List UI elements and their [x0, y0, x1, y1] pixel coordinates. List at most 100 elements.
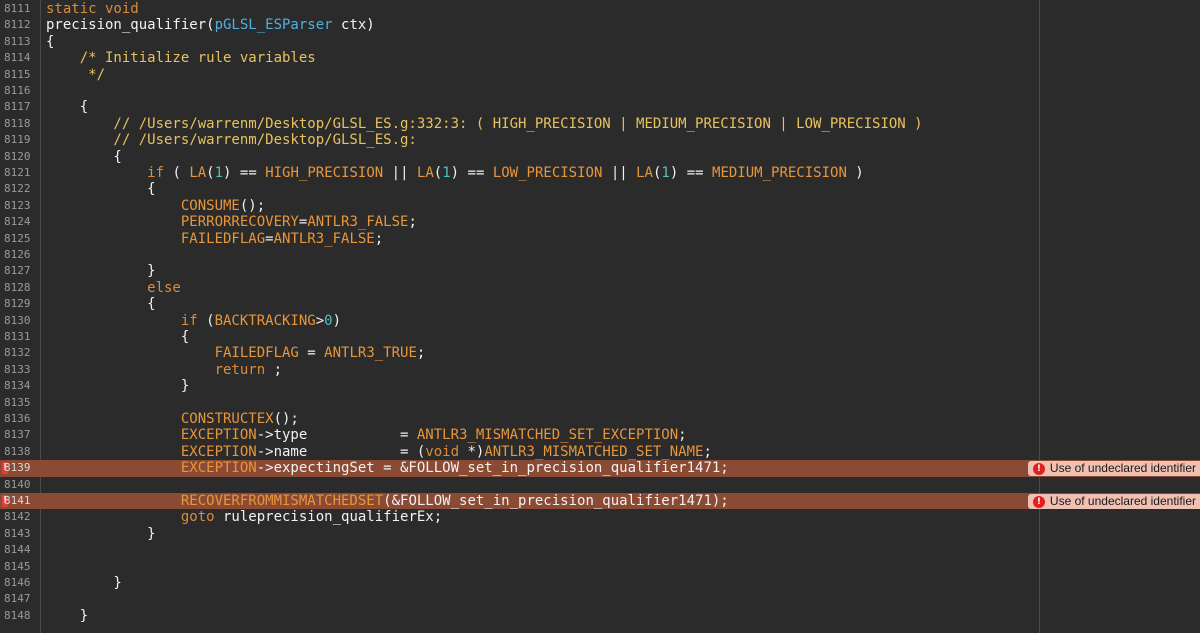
code-line-error[interactable]: ! 8139 EXCEPTION->expectingSet = &FOLLOW_…: [0, 460, 1200, 477]
code-token: BACKTRACKING: [214, 312, 316, 329]
code-line[interactable]: 8118 // /Users/warrenm/Desktop/GLSL_ES.g…: [0, 116, 1200, 132]
code-token: ;: [678, 427, 687, 444]
code-token: 1: [661, 165, 670, 181]
code-line[interactable]: 8121 if ( LA(1) == HIGH_PRECISION || LA(…: [0, 165, 1200, 181]
code-text: }: [46, 608, 88, 624]
code-token: *): [459, 443, 485, 460]
code-text: RECOVERFROMMISMATCHEDSET(&FOLLOW_set_in_…: [46, 493, 729, 509]
code-line[interactable]: 8120 {: [0, 149, 1200, 165]
code-token: {: [46, 181, 156, 198]
code-text: // /Users/warrenm/Desktop/GLSL_ES.g:: [46, 132, 416, 148]
code-text: /* Initialize rule variables: [46, 50, 316, 66]
code-line[interactable]: 8148 }: [0, 608, 1200, 624]
line-number: 8137: [4, 428, 31, 442]
line-number: 8140: [4, 477, 31, 491]
code-token: (: [206, 165, 215, 181]
code-token: (: [433, 165, 443, 181]
code-text: CONSUME();: [46, 198, 265, 214]
code-token: /* Initialize rule variables: [46, 50, 316, 67]
line-number: 8129: [4, 297, 31, 311]
code-line[interactable]: 8134 }: [0, 378, 1200, 394]
code-line[interactable]: 8122 {: [0, 181, 1200, 197]
code-line[interactable]: 8130 if (BACKTRACKING>0): [0, 313, 1200, 329]
code-line[interactable]: 8138 EXCEPTION->name = (void *)ANTLR3_MI…: [0, 444, 1200, 460]
code-token: ANTLR3_FALSE: [307, 214, 409, 231]
code-token: else: [46, 279, 181, 296]
code-token: ||: [602, 165, 637, 181]
code-line[interactable]: 8113 {: [0, 34, 1200, 50]
code-line[interactable]: 8125 FAILEDFLAG=ANTLR3_FALSE;: [0, 231, 1200, 247]
code-line[interactable]: 8117 {: [0, 99, 1200, 115]
code-token: ->name = (: [256, 443, 426, 460]
code-line[interactable]: 8119 // /Users/warrenm/Desktop/GLSL_ES.g…: [0, 132, 1200, 148]
code-token: ) ==: [669, 165, 713, 181]
code-token: EXCEPTION: [46, 427, 257, 444]
code-token: ) ==: [450, 165, 493, 181]
error-message-badge[interactable]: ! Use of undeclared identifier: [1027, 461, 1200, 477]
error-message-badge[interactable]: ! Use of undeclared identifier: [1027, 494, 1200, 509]
code-text: {: [46, 99, 88, 115]
code-line[interactable]: 8145: [0, 559, 1200, 575]
code-line-error[interactable]: ! 8141 RECOVERFROMMISMATCHEDSET(&FOLLOW_s…: [0, 493, 1200, 510]
code-token: pGLSL_ESParser: [214, 17, 333, 34]
code-line[interactable]: 8128 else: [0, 280, 1200, 296]
line-number: 8148: [4, 608, 31, 622]
code-token: ();: [273, 411, 299, 427]
line-number: 8119: [4, 133, 31, 147]
code-line[interactable]: 8131 {: [0, 329, 1200, 345]
code-line[interactable]: 8143 }: [0, 526, 1200, 542]
code-token: {: [46, 296, 156, 313]
line-number: 8115: [4, 67, 31, 81]
code-token: (: [197, 312, 215, 329]
code-text: precision_qualifier(pGLSL_ESParser ctx): [46, 17, 375, 33]
code-token: ANTLR3_FALSE: [273, 230, 375, 247]
code-line[interactable]: 8133 return ;: [0, 362, 1200, 378]
code-token: }: [46, 378, 190, 395]
code-text: FAILEDFLAG=ANTLR3_FALSE;: [46, 231, 383, 247]
code-line[interactable]: 8111 static void: [0, 1, 1200, 17]
line-number: 8111: [4, 2, 31, 15]
code-line[interactable]: 8144: [0, 542, 1200, 558]
code-line[interactable]: 8140: [0, 477, 1200, 493]
code-token: {: [46, 99, 89, 116]
line-number: 8126: [4, 248, 31, 261]
code-line[interactable]: 8147: [0, 591, 1200, 607]
line-number: 8113: [4, 34, 31, 48]
code-token: }: [46, 525, 156, 542]
code-line[interactable]: 8124 PERRORRECOVERY=ANTLR3_FALSE;: [0, 214, 1200, 230]
code-token: ->type =: [256, 427, 417, 444]
code-line[interactable]: 8116: [0, 83, 1200, 99]
line-number: 8147: [4, 592, 31, 606]
code-token: RECOVERFROMMISMATCHEDSET: [46, 493, 384, 509]
code-token: LA: [416, 165, 434, 181]
code-line[interactable]: 8123 CONSUME();: [0, 198, 1200, 214]
code-token: 1: [442, 165, 451, 181]
code-line[interactable]: 8126: [0, 247, 1200, 263]
code-token: ANTLR3_MISMATCHED_SET_EXCEPTION: [416, 427, 679, 444]
code-line[interactable]: 8114 /* Initialize rule variables: [0, 50, 1200, 66]
code-token: return: [46, 361, 266, 378]
code-line[interactable]: 8137 EXCEPTION->type = ANTLR3_MISMATCHED…: [0, 427, 1200, 443]
code-line[interactable]: 8136 CONSTRUCTEX();: [0, 411, 1200, 427]
code-line[interactable]: 8129 {: [0, 296, 1200, 312]
code-text: {: [46, 296, 156, 313]
code-text: {: [46, 181, 156, 198]
code-line[interactable]: 8142 goto ruleprecision_qualifierEx;: [0, 509, 1200, 525]
code-line[interactable]: 8132 FAILEDFLAG = ANTLR3_TRUE;: [0, 345, 1200, 361]
code-token: FAILEDFLAG: [46, 230, 266, 247]
line-number: 8124: [4, 215, 31, 229]
line-number: 8141: [4, 494, 31, 507]
code-text: FAILEDFLAG = ANTLR3_TRUE;: [46, 345, 426, 362]
code-line[interactable]: 8115 */: [0, 67, 1200, 83]
code-token: CONSUME: [46, 197, 240, 214]
line-number: 8122: [4, 182, 31, 196]
code-text: return ;: [46, 362, 282, 378]
code-token: ANTLR3_TRUE: [324, 345, 417, 362]
code-line[interactable]: 8127 }: [0, 263, 1200, 279]
code-line[interactable]: 8146 }: [0, 575, 1200, 591]
code-text: if (BACKTRACKING>0): [46, 313, 341, 329]
line-number: 8143: [4, 526, 31, 540]
code-line[interactable]: 8135: [0, 395, 1200, 411]
code-line[interactable]: 8112 precision_qualifier(pGLSL_ESParser c…: [0, 17, 1200, 33]
code-token: ;: [374, 230, 384, 247]
